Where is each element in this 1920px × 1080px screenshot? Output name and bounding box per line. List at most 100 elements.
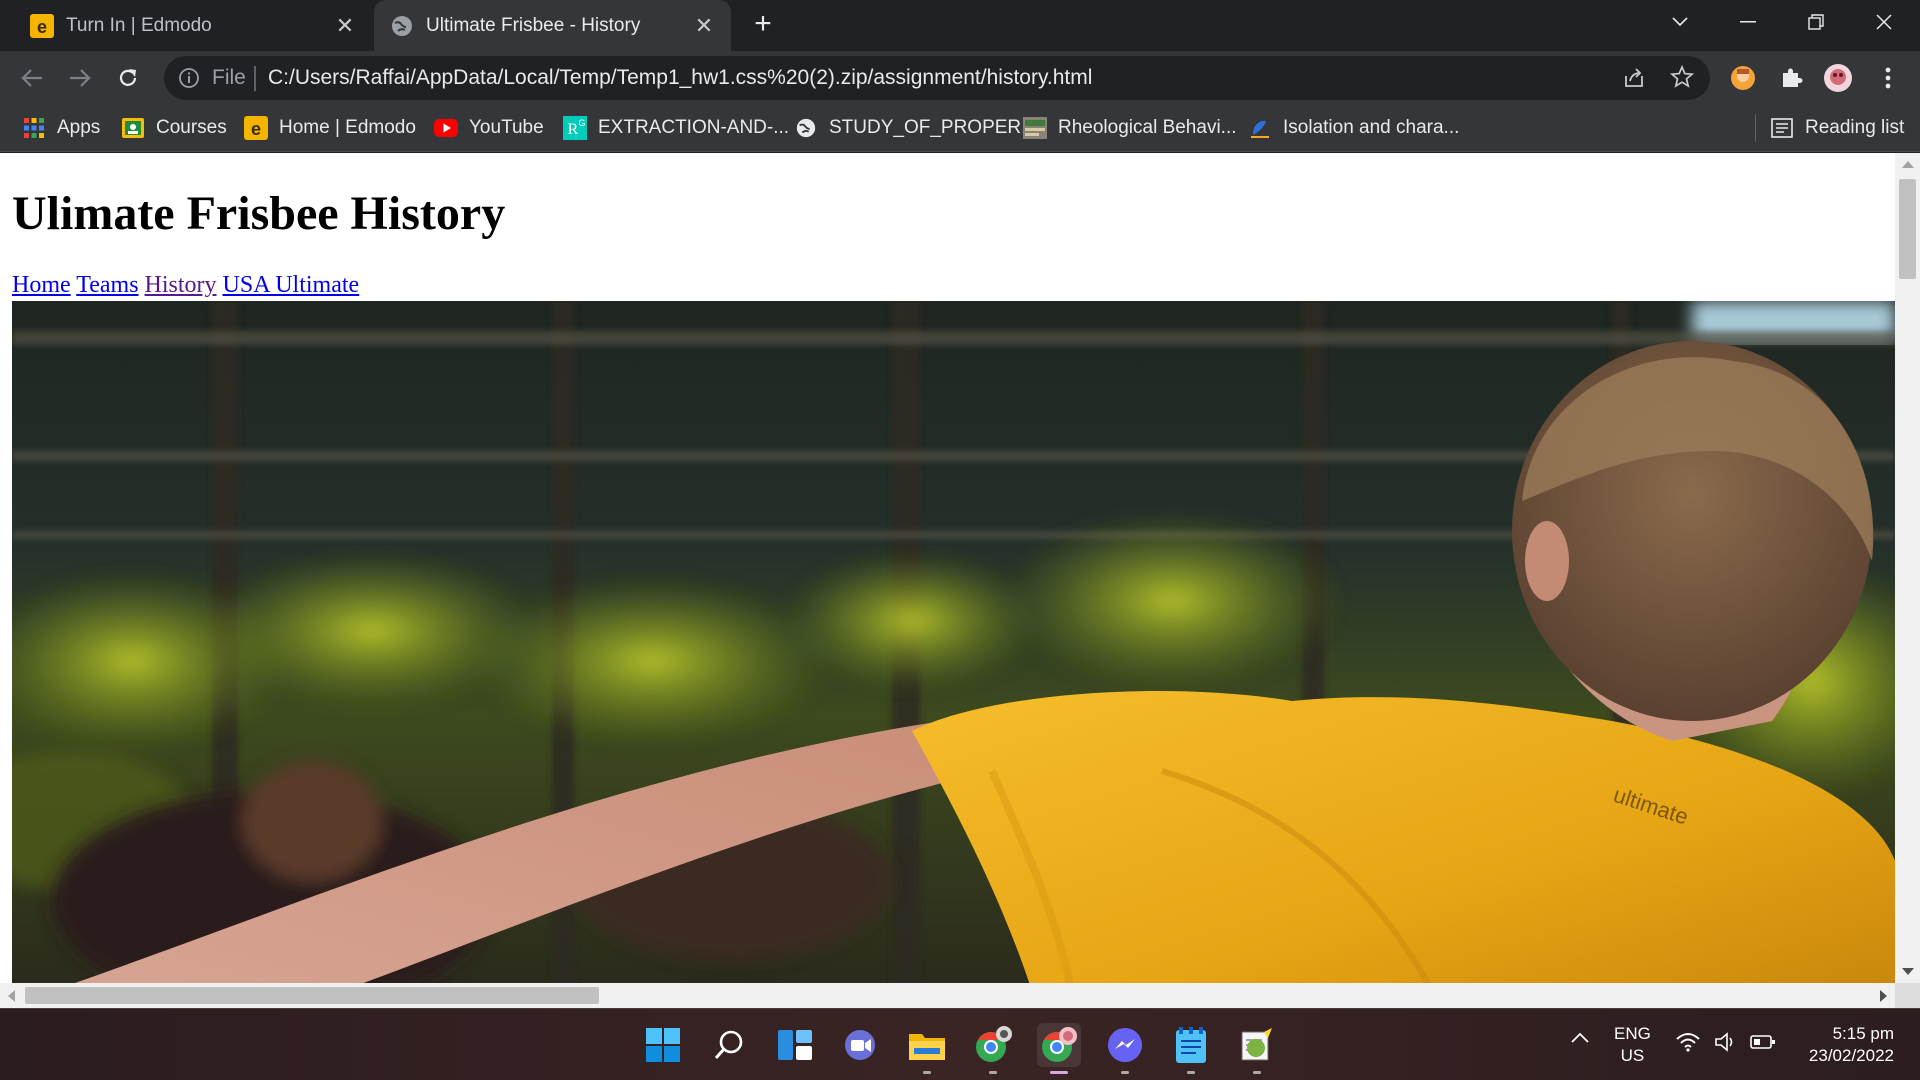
close-tab-icon[interactable]: ✕ <box>332 13 358 39</box>
bookmark-youtube[interactable]: YouTube <box>434 113 544 143</box>
scheme-label: File <box>212 66 246 89</box>
bookmark-label: Isolation and chara... <box>1283 117 1460 138</box>
bookmark-isolation[interactable]: Isolation and chara... <box>1248 113 1459 143</box>
scroll-thumb[interactable] <box>1899 179 1916 279</box>
nav-link-home[interactable]: Home <box>12 272 71 298</box>
close-tab-icon[interactable]: ✕ <box>691 13 717 39</box>
bookmark-home-edmodo[interactable]: e Home | Edmodo <box>244 113 416 143</box>
system-tray[interactable] <box>1676 1032 1776 1057</box>
hero-image: ultimate <box>12 301 1895 991</box>
bookmark-label: Apps <box>57 117 101 138</box>
new-tab-button[interactable]: + <box>748 9 778 40</box>
page-viewport: Ulimate Frisbee History Home Teams Histo… <box>0 153 1920 1008</box>
info-icon[interactable] <box>178 67 200 89</box>
teams-chat-icon[interactable] <box>839 1023 883 1067</box>
bookmark-label: Courses <box>156 117 227 138</box>
browser-toolbar: File C:/Users/Raffai/AppData/Local/Temp/… <box>0 51 1920 105</box>
researchgate-icon: RG <box>563 116 587 140</box>
bookmark-star-icon[interactable] <box>1669 64 1695 94</box>
bookmarks-bar: Apps Courses e Home | Edmodo YouTube RG … <box>0 105 1920 152</box>
widgets-icon[interactable] <box>773 1023 817 1067</box>
bookmark-study-of-proper[interactable]: STUDY_OF_PROPER... <box>794 113 1037 143</box>
language-indicator[interactable]: ENG US <box>1614 1023 1651 1067</box>
tab-search-chevron-icon[interactable] <box>1650 0 1710 44</box>
frisbee-player-photo: ultimate <box>12 301 1895 991</box>
clock[interactable]: 5:15 pm 23/02/2022 <box>1790 1023 1894 1067</box>
bookmarks-divider <box>1755 114 1756 142</box>
address-bar[interactable]: File C:/Users/Raffai/AppData/Local/Temp/… <box>164 56 1710 100</box>
divider <box>254 66 256 91</box>
url-text[interactable]: C:/Users/Raffai/AppData/Local/Temp/Temp1… <box>268 66 1092 90</box>
file-explorer-icon[interactable] <box>905 1023 949 1074</box>
menu-kebab-icon[interactable] <box>1873 63 1903 93</box>
extensions-puzzle-icon[interactable] <box>1776 63 1806 93</box>
vertical-scrollbar[interactable] <box>1895 153 1920 983</box>
notepad-plus-icon[interactable] <box>1235 1023 1279 1074</box>
running-indicator <box>1121 1071 1129 1074</box>
site-nav: Home Teams History USA Ultimate <box>12 272 359 299</box>
scrollbar-corner <box>1895 983 1920 1008</box>
edmodo-icon: e <box>30 13 54 38</box>
svg-text:G: G <box>578 118 585 128</box>
search-icon[interactable] <box>707 1023 751 1067</box>
tab-title: Turn In | Edmodo <box>66 14 212 36</box>
bookmark-label: Home | Edmodo <box>279 117 416 138</box>
nav-link-teams[interactable]: Teams <box>76 272 138 298</box>
bookmark-label: YouTube <box>469 117 544 138</box>
scroll-thumb[interactable] <box>25 987 599 1004</box>
tab-history[interactable]: Ultimate Frisbee - History ✕ <box>374 0 731 51</box>
windows-start-icon[interactable] <box>641 1023 685 1067</box>
messenger-icon[interactable] <box>1103 1023 1147 1074</box>
document-thumb-icon <box>1023 116 1047 140</box>
running-indicator <box>923 1071 931 1074</box>
scroll-right-arrow-icon[interactable] <box>1880 990 1887 1002</box>
bookmark-rheological[interactable]: Rheological Behavi... <box>1023 113 1237 143</box>
region-code: US <box>1620 1046 1645 1065</box>
bookmark-extraction[interactable]: RG EXTRACTION-AND-... <box>563 113 789 143</box>
tab-title: Ultimate Frisbee - History <box>426 14 641 36</box>
edmodo-icon: e <box>244 116 268 140</box>
running-indicator <box>1050 1071 1068 1074</box>
share-icon[interactable] <box>1622 66 1646 95</box>
running-indicator <box>1187 1071 1195 1074</box>
bookmark-label: Rheological Behavi... <box>1058 117 1237 138</box>
bookmark-apps[interactable]: Apps <box>22 113 100 143</box>
profile-avatar-icon[interactable] <box>1823 63 1853 93</box>
globe-icon <box>390 14 414 38</box>
scroll-left-arrow-icon[interactable] <box>8 990 15 1002</box>
windows-taskbar: ENG US 5:15 pm 23/02/2022 <box>0 1008 1920 1080</box>
chrome-icon[interactable] <box>1037 1023 1081 1074</box>
scroll-down-arrow-icon[interactable] <box>1902 968 1914 975</box>
horizontal-scrollbar[interactable] <box>0 983 1895 1008</box>
notepad-icon[interactable] <box>1169 1023 1213 1074</box>
classroom-icon <box>121 116 145 140</box>
minimize-button[interactable] <box>1718 0 1778 44</box>
chrome-profile-icon[interactable] <box>971 1023 1015 1074</box>
globe-icon <box>794 116 818 140</box>
wifi-icon[interactable] <box>1676 1032 1700 1057</box>
youtube-icon <box>434 116 458 140</box>
show-hidden-icons-chevron-icon[interactable] <box>1570 1031 1590 1049</box>
tab-edmodo[interactable]: e Turn In | Edmodo ✕ <box>0 0 372 51</box>
close-window-button[interactable] <box>1854 0 1914 44</box>
extension-avatar-icon[interactable] <box>1728 63 1758 93</box>
battery-icon[interactable] <box>1750 1032 1776 1057</box>
svg-text:e: e <box>37 17 47 37</box>
page-title: Ulimate Frisbee History <box>12 187 506 240</box>
reading-list-button[interactable]: Reading list <box>1770 113 1904 143</box>
reload-button[interactable] <box>110 60 146 96</box>
apps-grid-icon <box>22 116 46 140</box>
nav-link-usa-ultimate[interactable]: USA Ultimate <box>223 272 360 298</box>
nav-link-history[interactable]: History <box>145 272 217 298</box>
clock-date: 23/02/2022 <box>1808 1046 1894 1065</box>
forward-button[interactable] <box>62 60 98 96</box>
bookmark-courses[interactable]: Courses <box>121 113 227 143</box>
svg-text:e: e <box>251 119 261 139</box>
back-button[interactable] <box>14 60 50 96</box>
restore-button[interactable] <box>1786 0 1846 44</box>
link-icon <box>1248 116 1272 140</box>
volume-icon[interactable] <box>1714 1032 1736 1057</box>
language-code: ENG <box>1614 1024 1651 1043</box>
scroll-up-arrow-icon[interactable] <box>1902 161 1914 168</box>
bookmark-label: EXTRACTION-AND-... <box>598 117 790 138</box>
